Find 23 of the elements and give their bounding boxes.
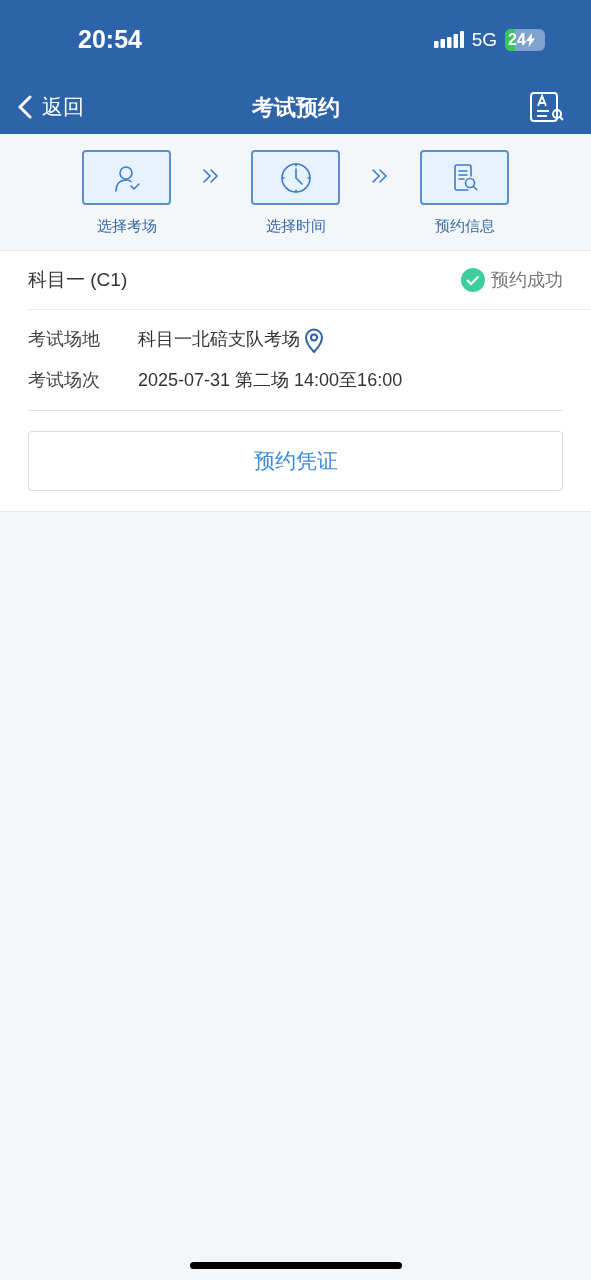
voucher-button[interactable]: 预约凭证: [28, 431, 563, 491]
document-search-icon: [529, 91, 565, 123]
clock-icon: [278, 160, 313, 195]
back-chevron-icon: [18, 95, 32, 119]
document-search-button[interactable]: [529, 91, 565, 123]
page-title: 考试预约: [251, 93, 340, 122]
step-label: 预约信息: [434, 216, 495, 236]
clock-time: 20:54: [78, 24, 142, 56]
location-pin-icon: [304, 326, 324, 353]
field-value: 2025-07-31 第二场 14:00至16:00: [138, 369, 403, 392]
field-label: 考试场地: [28, 328, 101, 351]
network-label: 5G: [471, 27, 497, 52]
double-chevron-icon: [201, 166, 221, 186]
step-label: 选择考场: [96, 216, 157, 236]
check-circle-icon: [461, 268, 485, 292]
field-label: 考试场次: [28, 369, 101, 392]
step-label: 选择时间: [265, 216, 326, 236]
signal-icon: [433, 31, 464, 49]
double-chevron-icon: [370, 166, 390, 186]
status-label: 预约成功: [491, 268, 563, 292]
subject-title: 科目一 (C1): [28, 267, 128, 292]
field-value: 科目一北碚支队考场: [138, 328, 300, 351]
back-button[interactable]: 返回: [18, 91, 84, 123]
